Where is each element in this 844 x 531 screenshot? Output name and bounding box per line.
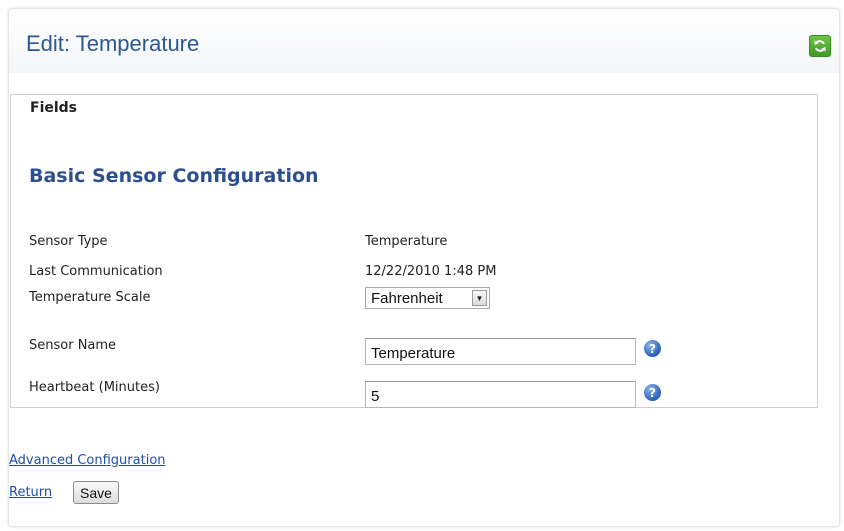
last-communication-value: 12/22/2010 1:48 PM: [365, 264, 497, 279]
advanced-configuration-link[interactable]: Advanced Configuration: [9, 453, 166, 468]
refresh-icon: [814, 40, 826, 52]
return-link[interactable]: Return: [9, 485, 52, 500]
temperature-scale-label: Temperature Scale: [29, 290, 151, 305]
temperature-scale-select[interactable]: Fahrenheit ▼: [365, 287, 490, 309]
save-button[interactable]: Save: [73, 481, 119, 504]
sensor-name-input[interactable]: Temperature: [365, 338, 636, 365]
page-title: Edit: Temperature: [26, 31, 200, 56]
heartbeat-input[interactable]: 5: [365, 381, 636, 408]
section-title: Basic Sensor Configuration: [29, 165, 319, 187]
sensor-type-value: Temperature: [365, 234, 448, 249]
chevron-down-icon[interactable]: ▼: [472, 290, 487, 306]
refresh-button[interactable]: [809, 35, 831, 57]
last-communication-label: Last Communication: [29, 264, 163, 279]
help-icon[interactable]: ?: [644, 384, 661, 401]
temperature-scale-selected: Fahrenheit: [371, 289, 443, 307]
panel-header: Edit: Temperature: [9, 9, 839, 73]
sensor-name-label: Sensor Name: [29, 338, 117, 353]
fields-legend: Fields: [20, 100, 86, 116]
sensor-type-label: Sensor Type: [29, 234, 108, 249]
heartbeat-label: Heartbeat (Minutes): [29, 380, 160, 395]
help-icon[interactable]: ?: [644, 340, 661, 357]
